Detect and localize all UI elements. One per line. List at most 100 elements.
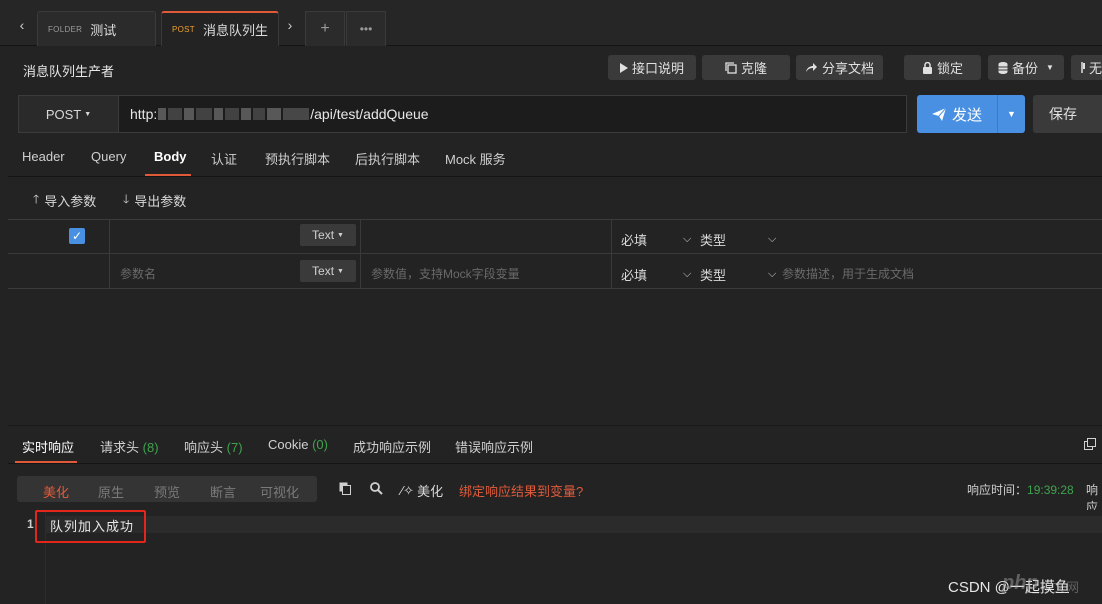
lock-icon [922,61,932,74]
column-divider [360,254,361,289]
tab-header[interactable]: Header [22,149,65,164]
arrow-down-icon: 🡓 [123,192,130,206]
flag-icon [1081,62,1085,73]
param-value-input[interactable]: 参数值，支持Mock字段变量 [371,265,520,282]
magic-wand-icon: ⁄✧ [401,482,415,498]
tab-success-example[interactable]: 成功响应示例 [353,437,431,456]
extra-label: 无 [1088,61,1102,76]
tab-title: 消息队列生… [202,23,268,38]
chevron-down-icon: ⌵ [768,233,777,245]
tab-post-queue[interactable]: POST 消息队列生… [161,11,279,46]
tab-pre-script[interactable]: 预执行脚本 [265,149,330,168]
required-select[interactable]: 必填 ⌵ [621,230,691,249]
ellipsis-icon: ••• [359,22,373,36]
select-all-checkbox[interactable]: ✓ [69,228,85,244]
param-desc-input[interactable] [782,219,1102,253]
tab-query[interactable]: Query [91,149,126,164]
param-table: ✓ Text ▼ 必填 ⌵ 类型 ⌵ 参数名 Text ▼ 参数值，支持Mock字段变量… [8,219,1102,289]
tab-error-example[interactable]: 错误响应示例 [455,437,533,456]
format-pretty[interactable]: 美化 [43,482,69,501]
api-doc-button[interactable]: 接口说明 [608,55,696,80]
url-prefix: http: [130,106,158,122]
more-tabs-button[interactable]: ••• [346,11,386,46]
php-watermark-cn: 中文网 [1040,580,1080,595]
caret-down-icon: ▼ [337,231,344,239]
highlight-annotation-box [35,510,146,543]
required-label: 必填 [621,233,648,248]
tab-request-headers[interactable]: 请求头 (8) [100,437,159,456]
popout-icon[interactable] [1084,438,1096,453]
tab-count: (7) [226,440,243,455]
bind-response-variable-link[interactable]: 绑定响应结果到变量? [459,481,583,500]
tab-label: 成功响应示例 [353,440,432,455]
required-label: 必填 [621,268,648,283]
chevron-right-icon[interactable]: › [280,17,300,33]
chevron-left-icon[interactable]: ‹ [12,17,32,33]
api-doc-label: 接口说明 [631,61,684,76]
search-icon[interactable] [370,482,383,498]
format-preview[interactable]: 预览 [154,482,180,501]
tab-realtime-response[interactable]: 实时响应 [22,437,74,456]
caret-down-icon: ▼ [1007,109,1016,119]
param-type-select[interactable]: Text ▼ [300,224,356,246]
divider [8,463,1102,464]
column-divider [611,219,612,254]
table-row: 参数名 Text ▼ 参数值，支持Mock字段变量 必填 ⌵ 类型 ⌵ 参数描述，用于… [8,254,1102,289]
param-type-select[interactable]: Text ▼ [300,260,356,282]
table-row: ✓ Text ▼ 必填 ⌵ 类型 ⌵ [8,219,1102,254]
tab-post-script[interactable]: 后执行脚本 [355,149,420,168]
param-name-input[interactable] [110,219,300,253]
extra-button[interactable]: 无 [1071,55,1102,80]
lock-button[interactable]: 锁定 [904,55,981,80]
tab-title: 测试 [90,22,117,38]
tab-method: POST [172,25,195,34]
url-input[interactable]: http: /api/test/addQueue [118,95,907,133]
tab-response-headers[interactable]: 响应头 (7) [184,437,243,456]
column-divider [109,254,110,289]
import-params-label: 导入参数 [44,194,97,209]
add-tab-button[interactable]: + [305,11,345,46]
arrow-up-icon: 🡑 [33,192,40,206]
share-icon [805,63,817,72]
database-icon [998,61,1008,74]
tab-cookie[interactable]: Cookie (0) [268,437,328,452]
tab-auth[interactable]: 认证 [211,149,237,168]
import-params-button[interactable]: 🡑 导入参数 [33,190,96,211]
response-time-value: 19:39:28 [1027,483,1074,497]
param-name-input[interactable]: 参数名 [120,265,156,282]
copy-icon[interactable] [339,482,351,498]
divider [8,176,1102,177]
kind-label: 类型 [700,268,727,283]
share-doc-button[interactable]: 分享文档 [796,55,883,80]
param-value-input[interactable] [361,219,611,253]
format-assert[interactable]: 断言 [210,482,236,501]
type-label: Text [312,228,335,242]
kind-select[interactable]: 类型 ⌵ [700,265,776,284]
tab-folder[interactable]: FOLDER 测试 [37,11,156,46]
backup-button[interactable]: 备份 ▼ [988,55,1064,80]
beautify-button[interactable]: ⁄✧ 美化 [401,481,443,500]
method-select[interactable]: POST ▼ [18,95,118,133]
caret-down-icon: ▼ [337,267,344,275]
kind-label: 类型 [700,233,727,248]
tab-label: 响应头 [184,440,224,455]
export-params-button[interactable]: 🡓 导出参数 [123,190,186,211]
send-dropdown-button[interactable]: ▼ [997,95,1025,133]
share-doc-label: 分享文档 [821,61,874,76]
tab-label: 请求头 [100,440,140,455]
send-label: 发送 [951,106,982,124]
save-button[interactable]: 保存 [1033,95,1102,133]
send-button[interactable]: 发送 [917,95,997,133]
clone-button[interactable]: 克隆 [702,55,790,80]
required-select[interactable]: 必填 ⌵ [621,265,691,284]
format-visualize[interactable]: 可视化 [260,482,299,501]
kind-select[interactable]: 类型 ⌵ [700,230,776,249]
format-raw[interactable]: 原生 [98,482,124,501]
tab-body[interactable]: Body [154,149,187,164]
chevron-down-icon: ⌵ [683,268,692,280]
api-title: 消息队列生产者 [23,64,115,79]
chevron-down-icon: ⌵ [683,233,692,245]
param-desc-input[interactable]: 参数描述，用于生成文档 [782,265,914,282]
tab-mock-service[interactable]: Mock 服务 [445,149,506,168]
url-path: /api/test/addQueue [310,106,429,122]
